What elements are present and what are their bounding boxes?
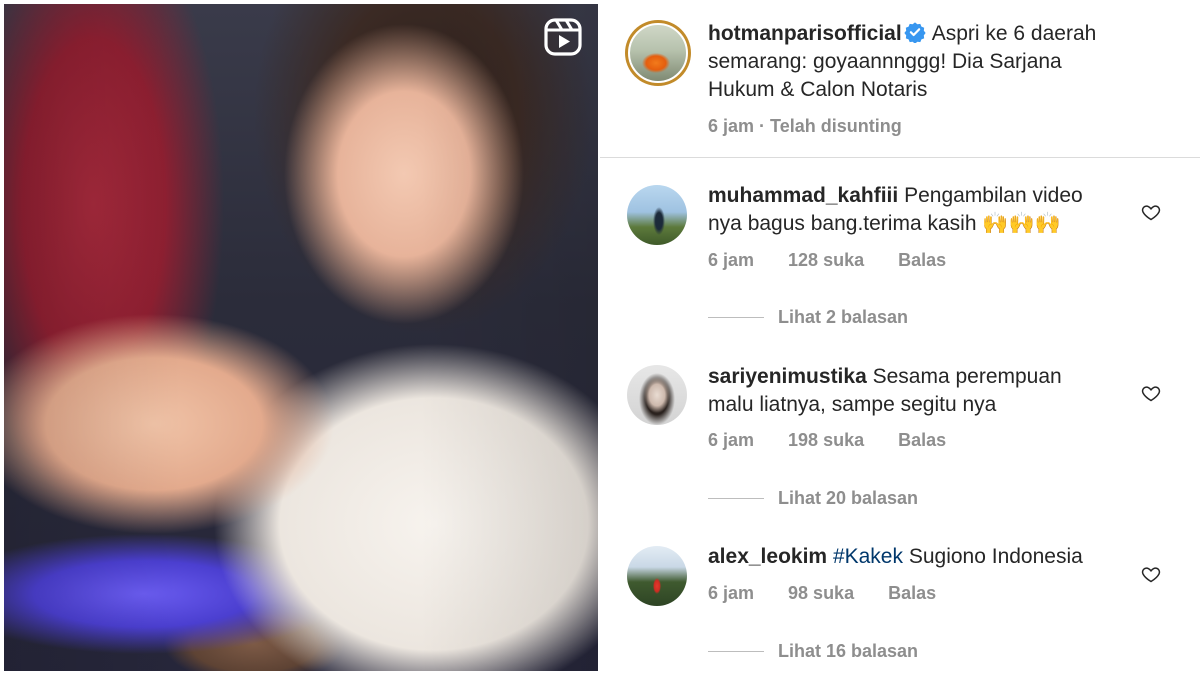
commenter-avatar[interactable] bbox=[627, 185, 687, 245]
caption-line-1: Aspri ke 6 daerah bbox=[931, 22, 1097, 45]
heart-outline-icon[interactable] bbox=[1141, 564, 1161, 584]
view-replies-label: Lihat 16 balasan bbox=[778, 641, 919, 661]
replies-line bbox=[708, 651, 764, 652]
view-replies-button[interactable]: Lihat 20 balasan bbox=[708, 488, 918, 509]
comment-likes[interactable]: 98 suka bbox=[788, 583, 854, 604]
heart-outline-icon[interactable] bbox=[1141, 202, 1161, 222]
comment-time[interactable]: 6 jam bbox=[708, 583, 754, 604]
comment-meta: 6 jam 128 suka Balas bbox=[708, 250, 946, 271]
view-replies-button[interactable]: Lihat 16 balasan bbox=[708, 641, 918, 662]
comment-line-1: Pengambilan video bbox=[904, 184, 1083, 207]
caption-divider bbox=[600, 157, 1200, 158]
commenter-avatar[interactable] bbox=[627, 546, 687, 606]
post-meta: 6 jam · Telah disunting bbox=[708, 116, 902, 137]
comment-likes[interactable]: 198 suka bbox=[788, 430, 864, 451]
replies-line bbox=[708, 498, 764, 499]
caption-line-2: semarang: goyaannnggg! Dia Sarjana bbox=[708, 50, 1062, 73]
view-replies-button[interactable]: Lihat 2 balasan bbox=[708, 307, 908, 328]
comment-line-2: nya bagus bang.terima kasih 🙌🙌🙌 bbox=[708, 212, 1061, 235]
comment-time[interactable]: 6 jam bbox=[708, 250, 754, 271]
commenter-avatar[interactable] bbox=[627, 365, 687, 425]
view-replies-label: Lihat 20 balasan bbox=[778, 488, 919, 508]
comment-text: muhammad_kahfiii Pengambilan video nya b… bbox=[708, 182, 1138, 238]
post-time[interactable]: 6 jam bbox=[708, 116, 754, 136]
comment-time[interactable]: 6 jam bbox=[708, 430, 754, 451]
commenter-username[interactable]: alex_leokim bbox=[708, 545, 827, 568]
comment-text: alex_leokim #Kakek Sugiono Indonesia bbox=[708, 543, 1138, 571]
heart-outline-icon[interactable] bbox=[1141, 383, 1161, 403]
meta-separator: · bbox=[759, 116, 771, 136]
reply-button[interactable]: Balas bbox=[898, 430, 946, 451]
view-replies-label: Lihat 2 balasan bbox=[778, 307, 909, 327]
author-avatar[interactable] bbox=[625, 20, 691, 86]
verified-badge-icon bbox=[904, 22, 926, 43]
caption-line-3: Hukum & Calon Notaris bbox=[708, 78, 928, 101]
comment-text: sariyenimustika Sesama perempuan malu li… bbox=[708, 363, 1138, 419]
comment-line-1: Sesama perempuan bbox=[872, 365, 1062, 388]
author-username[interactable]: hotmanparisofficial bbox=[708, 22, 902, 45]
reply-button[interactable]: Balas bbox=[888, 583, 936, 604]
comment-line-2: malu liatnya, sampe segitu nya bbox=[708, 393, 997, 416]
reels-icon[interactable] bbox=[544, 18, 582, 56]
post-edited-label: Telah disunting bbox=[770, 116, 902, 136]
post-caption: hotmanparisofficial Aspri ke 6 daerah se… bbox=[708, 20, 1188, 104]
comments-panel: hotmanparisofficial Aspri ke 6 daerah se… bbox=[600, 0, 1200, 675]
comment-line-1: Sugiono Indonesia bbox=[908, 545, 1083, 568]
comment-meta: 6 jam 198 suka Balas bbox=[708, 430, 946, 451]
replies-line bbox=[708, 317, 764, 318]
commenter-username[interactable]: sariyenimustika bbox=[708, 365, 867, 388]
comment-hashtag[interactable]: #Kakek bbox=[833, 545, 903, 568]
reel-video[interactable] bbox=[4, 4, 598, 671]
author-avatar-image bbox=[628, 23, 688, 83]
commenter-username[interactable]: muhammad_kahfiii bbox=[708, 184, 898, 207]
comment-meta: 6 jam 98 suka Balas bbox=[708, 583, 936, 604]
reply-button[interactable]: Balas bbox=[898, 250, 946, 271]
comment-likes[interactable]: 128 suka bbox=[788, 250, 864, 271]
video-shading bbox=[4, 4, 598, 671]
